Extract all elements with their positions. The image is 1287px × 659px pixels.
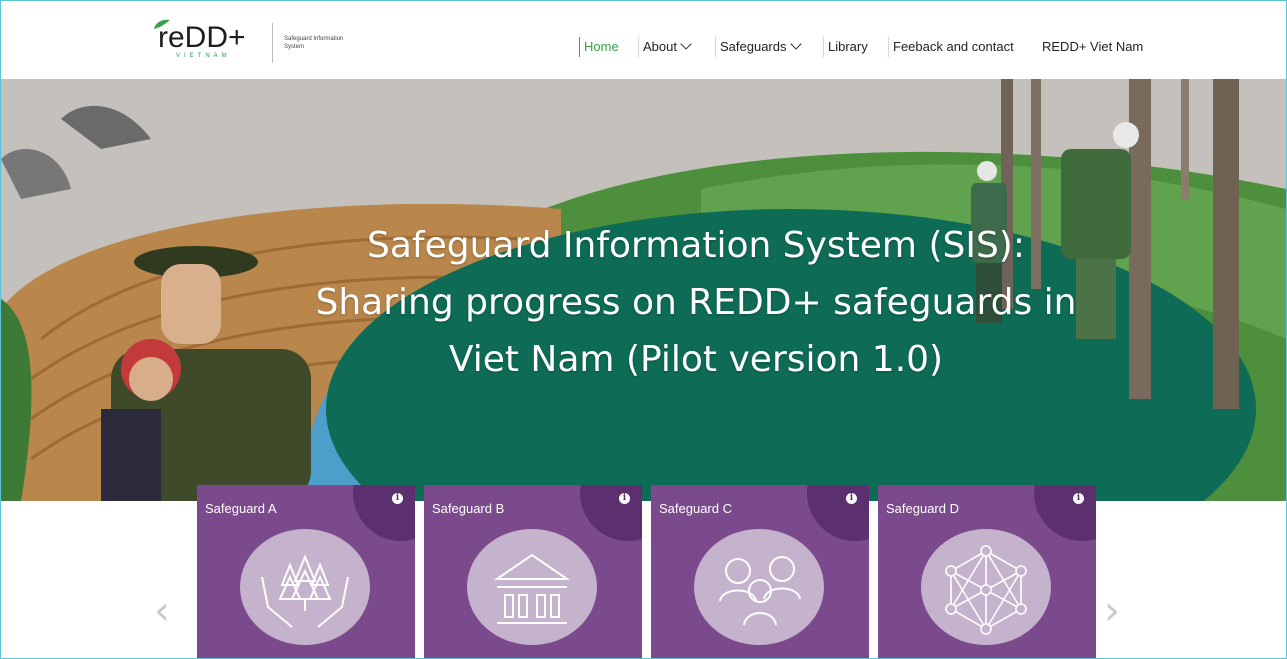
institution-building-icon [493,553,571,624]
nav-library-label: Library [828,39,868,54]
nav-about[interactable]: About [638,37,692,57]
site-header: reDD+ VIETNAM Safeguard Information Syst… [1,1,1286,79]
card-icon-disc [694,529,824,645]
chevron-left-icon: ‹ [154,588,170,634]
chevron-down-icon [789,38,802,50]
nav-home-label: Home [584,39,619,54]
info-icon[interactable]: i [392,493,403,504]
site-logo[interactable]: reDD+ VIETNAM [154,19,246,65]
info-icon[interactable]: i [1073,493,1084,504]
nav-about-label: About [643,39,677,54]
logo-tagline: Safeguard Information System [284,36,344,50]
safeguard-card-c[interactable]: i Safeguard C [651,485,869,658]
card-icon-disc [240,529,370,645]
info-icon[interactable]: i [846,493,857,504]
leaf-icon [154,19,170,29]
nav-feedback[interactable]: Feeback and contact [888,37,1014,57]
info-icon[interactable]: i [619,493,630,504]
chevron-right-icon: › [1104,588,1120,634]
hands-trees-icon [261,554,349,628]
safeguard-carousel: i Safeguard A i Safeguard B i Safeguard … [1,485,1286,658]
card-icon-disc [921,529,1051,645]
logo-divider [272,23,273,63]
nav-safeguards[interactable]: Safeguards [715,37,802,57]
carousel-next-button[interactable]: › [1104,591,1120,631]
nav-library[interactable]: Library [823,37,868,57]
nav-feedback-label: Feeback and contact [893,39,1014,54]
logo-country: VIETNAM [176,53,231,59]
safeguard-card-d[interactable]: i Safeguard D [878,485,1096,658]
card-label: Safeguard C [659,501,732,516]
nav-home[interactable]: Home [579,37,619,57]
card-label: Safeguard B [432,501,505,516]
chevron-down-icon [680,38,692,50]
nav-redd-vietnam[interactable]: REDD+ Viet Nam [1037,37,1143,57]
network-icon [945,545,1027,635]
card-icon-disc [467,529,597,645]
people-group-icon [719,556,801,626]
nav-redd-vietnam-label: REDD+ Viet Nam [1042,39,1144,54]
safeguard-card-a[interactable]: i Safeguard A [197,485,415,658]
nav-safeguards-label: Safeguards [720,39,787,54]
hero-title: Safeguard Information System (SIS): Shar… [315,225,1077,380]
card-label: Safeguard A [205,501,277,516]
carousel-prev-button[interactable]: ‹ [154,591,170,631]
page-frame: reDD+ VIETNAM Safeguard Information Syst… [0,0,1287,659]
safeguard-card-b[interactable]: i Safeguard B [424,485,642,658]
hero-banner: Safeguard Information System (SIS): Shar… [1,79,1286,501]
card-label: Safeguard D [886,501,959,516]
